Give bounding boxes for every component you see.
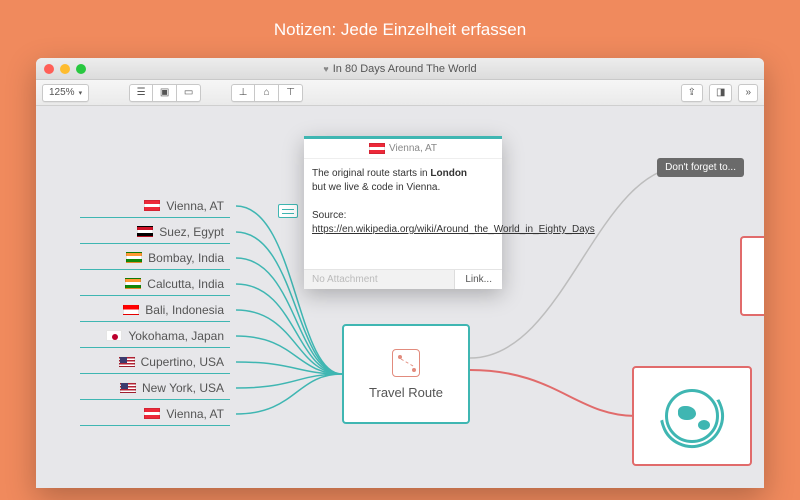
reminder-tag[interactable]: Don't forget to... <box>657 158 744 177</box>
destination-item[interactable]: Vienna, AT <box>80 402 230 426</box>
outline-icon: ☰ <box>137 87 146 98</box>
mindmap-canvas[interactable]: Vienna, AT Suez, Egypt Bombay, India Calcut… <box>36 106 764 488</box>
sibling-icon: ⊥ <box>239 87 248 98</box>
window-title-text: In 80 Days Around The World <box>333 63 477 75</box>
globe-icon <box>665 389 719 443</box>
flag-icon-us <box>119 356 135 367</box>
flag-icon-at <box>144 200 160 211</box>
popover-header: Vienna, AT <box>304 139 502 159</box>
destination-list: Vienna, AT Suez, Egypt Bombay, India Calcut… <box>80 194 230 426</box>
destination-label: Cupertino, USA <box>141 355 224 369</box>
app-window: ♥ In 80 Days Around The World 125% ▾ ☰ ▣… <box>36 58 764 488</box>
note-text-2: but we live & code in Vienna. <box>312 182 440 193</box>
node-add-segment: ⊥ ⌂ ⊤ <box>231 84 303 102</box>
destination-label: Suez, Egypt <box>159 225 224 239</box>
add-sibling-button[interactable]: ⊥ <box>231 84 255 102</box>
central-node-travel-route[interactable]: Travel Route <box>342 324 470 424</box>
add-child-button[interactable]: ⌂ <box>255 84 279 102</box>
zoom-window-button[interactable] <box>76 64 86 74</box>
share-button[interactable]: ⇪ <box>681 84 703 102</box>
destination-label: New York, USA <box>142 381 224 395</box>
flag-icon-jp <box>106 330 122 341</box>
zoom-value: 125% <box>49 87 75 98</box>
destination-label: Yokohama, Japan <box>128 329 224 343</box>
destination-label: Bombay, India <box>148 251 224 265</box>
flag-icon-eg <box>137 226 153 237</box>
popover-footer: No Attachment Link... <box>304 269 502 289</box>
globe-node[interactable] <box>632 366 752 466</box>
inspector-button[interactable]: ◨ <box>709 84 732 102</box>
more-button[interactable]: » <box>738 84 758 102</box>
view-image-button[interactable]: ▭ <box>177 84 201 102</box>
link-button[interactable]: Link... <box>454 270 502 289</box>
focus-icon: ▣ <box>160 87 169 98</box>
note-text-1b: London <box>430 168 467 179</box>
page-heading: Notizen: Jede Einzelheit erfassen <box>0 0 800 40</box>
note-indicator-icon[interactable] <box>278 204 298 218</box>
flag-icon-in <box>126 252 142 263</box>
minimize-window-button[interactable] <box>60 64 70 74</box>
chevron-down-icon: ▾ <box>79 89 83 97</box>
note-source-prefix: Source: <box>312 210 346 221</box>
route-icon <box>392 349 420 377</box>
flag-icon-at <box>144 408 160 419</box>
destination-item[interactable]: Yokohama, Japan <box>80 324 230 348</box>
side-node-partial[interactable] <box>740 236 764 316</box>
share-icon: ⇪ <box>688 87 696 98</box>
flag-icon-id <box>123 304 139 315</box>
zoom-select[interactable]: 125% ▾ <box>42 84 89 102</box>
traffic-lights <box>44 64 86 74</box>
toolbar: 125% ▾ ☰ ▣ ▭ ⊥ ⌂ ⊤ ⇪ ◨ » <box>36 80 764 106</box>
destination-item[interactable]: Calcutta, India <box>80 272 230 296</box>
parent-icon: ⊤ <box>286 87 295 98</box>
flag-icon-at <box>369 143 385 154</box>
titlebar: ♥ In 80 Days Around The World <box>36 58 764 80</box>
chevron-right-icon: » <box>745 87 751 98</box>
destination-item[interactable]: Vienna, AT <box>80 194 230 218</box>
central-node-label: Travel Route <box>369 385 443 400</box>
destination-item[interactable]: Bombay, India <box>80 246 230 270</box>
destination-label: Calcutta, India <box>147 277 224 291</box>
popover-body[interactable]: The original route starts in London but … <box>304 159 502 269</box>
attachment-placeholder[interactable]: No Attachment <box>304 270 454 289</box>
destination-item[interactable]: Bali, Indonesia <box>80 298 230 322</box>
destination-label: Vienna, AT <box>166 199 224 213</box>
view-mode-segment: ☰ ▣ ▭ <box>129 84 201 102</box>
close-window-button[interactable] <box>44 64 54 74</box>
view-focus-button[interactable]: ▣ <box>153 84 177 102</box>
destination-item[interactable]: Suez, Egypt <box>80 220 230 244</box>
panel-icon: ◨ <box>716 87 725 98</box>
view-outline-button[interactable]: ☰ <box>129 84 153 102</box>
window-title: ♥ In 80 Days Around The World <box>36 63 764 75</box>
child-icon: ⌂ <box>264 87 270 98</box>
destination-item[interactable]: New York, USA <box>80 376 230 400</box>
note-source-link[interactable]: https://en.wikipedia.org/wiki/Around_the… <box>312 224 595 235</box>
note-text-1a: The original route starts in <box>312 168 430 179</box>
favorite-icon: ♥ <box>323 64 328 74</box>
destination-item[interactable]: Cupertino, USA <box>80 350 230 374</box>
note-popover: Vienna, AT The original route starts in … <box>304 136 502 289</box>
flag-icon-us <box>120 382 136 393</box>
add-parent-button[interactable]: ⊤ <box>279 84 303 102</box>
destination-label: Vienna, AT <box>166 407 224 421</box>
flag-icon-in <box>125 278 141 289</box>
destination-label: Bali, Indonesia <box>145 303 224 317</box>
image-icon: ▭ <box>184 87 193 98</box>
popover-title: Vienna, AT <box>389 143 437 154</box>
